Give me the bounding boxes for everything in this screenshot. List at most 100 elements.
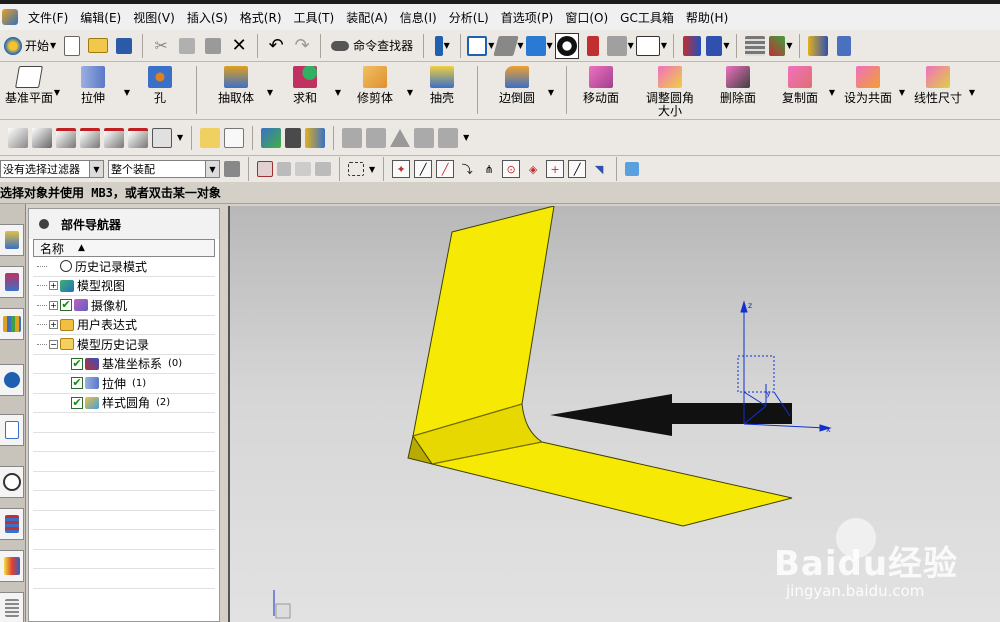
snap-endpoint-icon[interactable]: ✦ [392, 160, 411, 178]
surface-icon-g1[interactable] [80, 127, 100, 148]
rectangle-select-icon[interactable] [348, 162, 364, 176]
tree-node[interactable]: ✔ 拉伸 (1) [33, 374, 215, 394]
menu-analysis[interactable]: 分析(L) [443, 9, 495, 26]
roles-tab[interactable] [0, 550, 24, 582]
new-button[interactable] [60, 33, 84, 59]
edit-section-button[interactable]: ▼ [606, 33, 634, 59]
text-icon[interactable] [224, 127, 245, 148]
menu-window[interactable]: 窗口(O) [559, 9, 614, 26]
grayed-tool-icon-2[interactable] [366, 127, 387, 148]
open-button[interactable] [86, 33, 110, 59]
delete-button[interactable]: ✕ [227, 33, 251, 59]
linear-dimension-button[interactable]: 线性尺寸 ▼ [903, 66, 975, 105]
tree-node[interactable]: ✔ 样式圆角 (2) [33, 394, 215, 413]
start-button[interactable]: 开始 ▼ [2, 33, 58, 59]
snap-face-icon[interactable]: ◥ [590, 160, 608, 178]
snap-quadrant-icon[interactable]: ◈ [524, 160, 542, 178]
snap-center-icon[interactable]: ⊙ [502, 160, 521, 178]
surface-icon-1[interactable] [8, 127, 28, 148]
orient-view-button[interactable]: ▼ [525, 33, 553, 59]
chevron-down-icon[interactable]: ▼ [463, 133, 469, 142]
paint-icon[interactable] [305, 127, 326, 148]
menu-help[interactable]: 帮助(H) [680, 9, 734, 26]
menu-gc-toolkit[interactable]: GC工具箱 [614, 9, 680, 26]
tree-node[interactable]: + ✔ 摄像机 [33, 296, 215, 316]
background-button[interactable]: ▼ [635, 33, 667, 59]
vertical-flange-face[interactable] [412, 206, 555, 437]
menu-tools[interactable]: 工具(T) [288, 9, 341, 26]
display-mode-button[interactable] [554, 32, 579, 59]
filter-settings-icon[interactable] [224, 161, 240, 177]
render-style-button[interactable]: ▼ [493, 33, 524, 59]
command-finder-button[interactable]: 命令查找器 [327, 33, 417, 59]
surface-icon-analysis[interactable] [152, 127, 172, 148]
tree-node[interactable]: 历史记录模式 [33, 257, 215, 277]
undo-select-icon[interactable] [277, 162, 291, 176]
unite-button[interactable]: 求和 ▼ [271, 66, 341, 105]
make-coplanar-button[interactable]: 设为共面 ▼ [833, 66, 905, 105]
menu-information[interactable]: 信息(I) [394, 9, 443, 26]
collapse-icon[interactable]: − [49, 339, 58, 349]
surface-icon-g2[interactable] [104, 127, 124, 148]
select-box-icon[interactable] [295, 162, 311, 176]
layer-settings-button[interactable] [743, 33, 767, 59]
horizontal-flange-face[interactable] [431, 441, 793, 527]
fit-button[interactable]: ▼ [467, 33, 494, 59]
move-component-button[interactable] [806, 33, 830, 59]
surface-icon-2[interactable] [32, 127, 52, 148]
measure-icon[interactable] [261, 127, 282, 148]
hammer-icon[interactable] [285, 127, 302, 148]
copy-face-button[interactable]: 复制面 ▼ [767, 66, 835, 105]
tree-node[interactable]: + 用户表达式 [33, 316, 215, 335]
extrude-button[interactable]: 拉伸 ▼ [58, 66, 130, 105]
grayed-tool-icon-4[interactable] [438, 127, 459, 148]
hole-button[interactable]: 孔 [128, 66, 192, 105]
wcs-display-button[interactable]: ▼ [769, 33, 793, 59]
part-navigator-tab[interactable] [0, 308, 24, 340]
note-icon[interactable] [200, 127, 221, 148]
menu-view[interactable]: 视图(V) [127, 9, 181, 26]
snap-intersection-icon[interactable]: ⋔ [480, 160, 498, 178]
menu-assemblies[interactable]: 装配(A) [340, 9, 394, 26]
trim-body-button[interactable]: 修剪体 ▼ [339, 66, 413, 105]
resize-blend-button[interactable]: 调整圆角大小 [631, 66, 709, 118]
view-cube-icon[interactable] [625, 162, 640, 176]
snap-line-icon[interactable]: ╱ [414, 160, 433, 178]
expand-icon[interactable]: + [49, 300, 58, 310]
chevron-down-icon[interactable]: ▼ [369, 165, 375, 174]
paste-button[interactable] [201, 33, 225, 59]
datum-plane-button[interactable]: 基准平面 ▼ [0, 66, 60, 105]
assembly-button[interactable] [832, 33, 856, 59]
menu-insert[interactable]: 插入(S) [181, 9, 234, 26]
copy-button[interactable] [175, 33, 199, 59]
web-browser-tab[interactable] [0, 414, 24, 446]
grayed-tool-icon-1[interactable] [342, 127, 363, 148]
visibility-checkbox[interactable]: ✔ [60, 299, 72, 312]
chevron-down-icon[interactable]: ▼ [177, 133, 183, 142]
triangle-icon[interactable] [390, 128, 411, 147]
menu-format[interactable]: 格式(R) [234, 9, 288, 26]
tree-node[interactable]: + 模型视图 [33, 277, 215, 296]
visibility-checkbox[interactable]: ✔ [71, 357, 83, 370]
visibility-checkbox[interactable]: ✔ [71, 396, 83, 409]
info-button[interactable]: ▼ [430, 33, 454, 59]
select-all-icon[interactable] [257, 161, 273, 177]
redo-button[interactable]: ↷ [290, 33, 314, 59]
orient-wcs-button[interactable]: ▼ [706, 33, 730, 59]
shell-button[interactable]: 抽壳 [411, 66, 473, 105]
more-tab[interactable] [0, 592, 24, 622]
type-filter-select[interactable]: 没有选择过滤器 ▼ [0, 160, 104, 178]
snap-midpoint-icon[interactable]: ╱ [436, 160, 455, 178]
reuse-library-tab[interactable] [0, 364, 24, 396]
save-button[interactable] [112, 33, 136, 59]
snap-control-icon[interactable]: ⤵ [458, 160, 476, 178]
section-view-button[interactable] [581, 33, 605, 59]
expand-icon[interactable]: + [49, 320, 58, 330]
pin-icon[interactable] [39, 219, 49, 229]
move-face-button[interactable]: 移动面 [571, 66, 631, 105]
snap-on-curve-icon[interactable]: ╱ [568, 160, 587, 178]
grayed-tool-icon-3[interactable] [414, 127, 435, 148]
cut-button[interactable]: ✂ [149, 33, 173, 59]
expand-icon[interactable]: + [49, 281, 58, 291]
name-column-header[interactable]: 名称 ▲ [33, 239, 215, 257]
